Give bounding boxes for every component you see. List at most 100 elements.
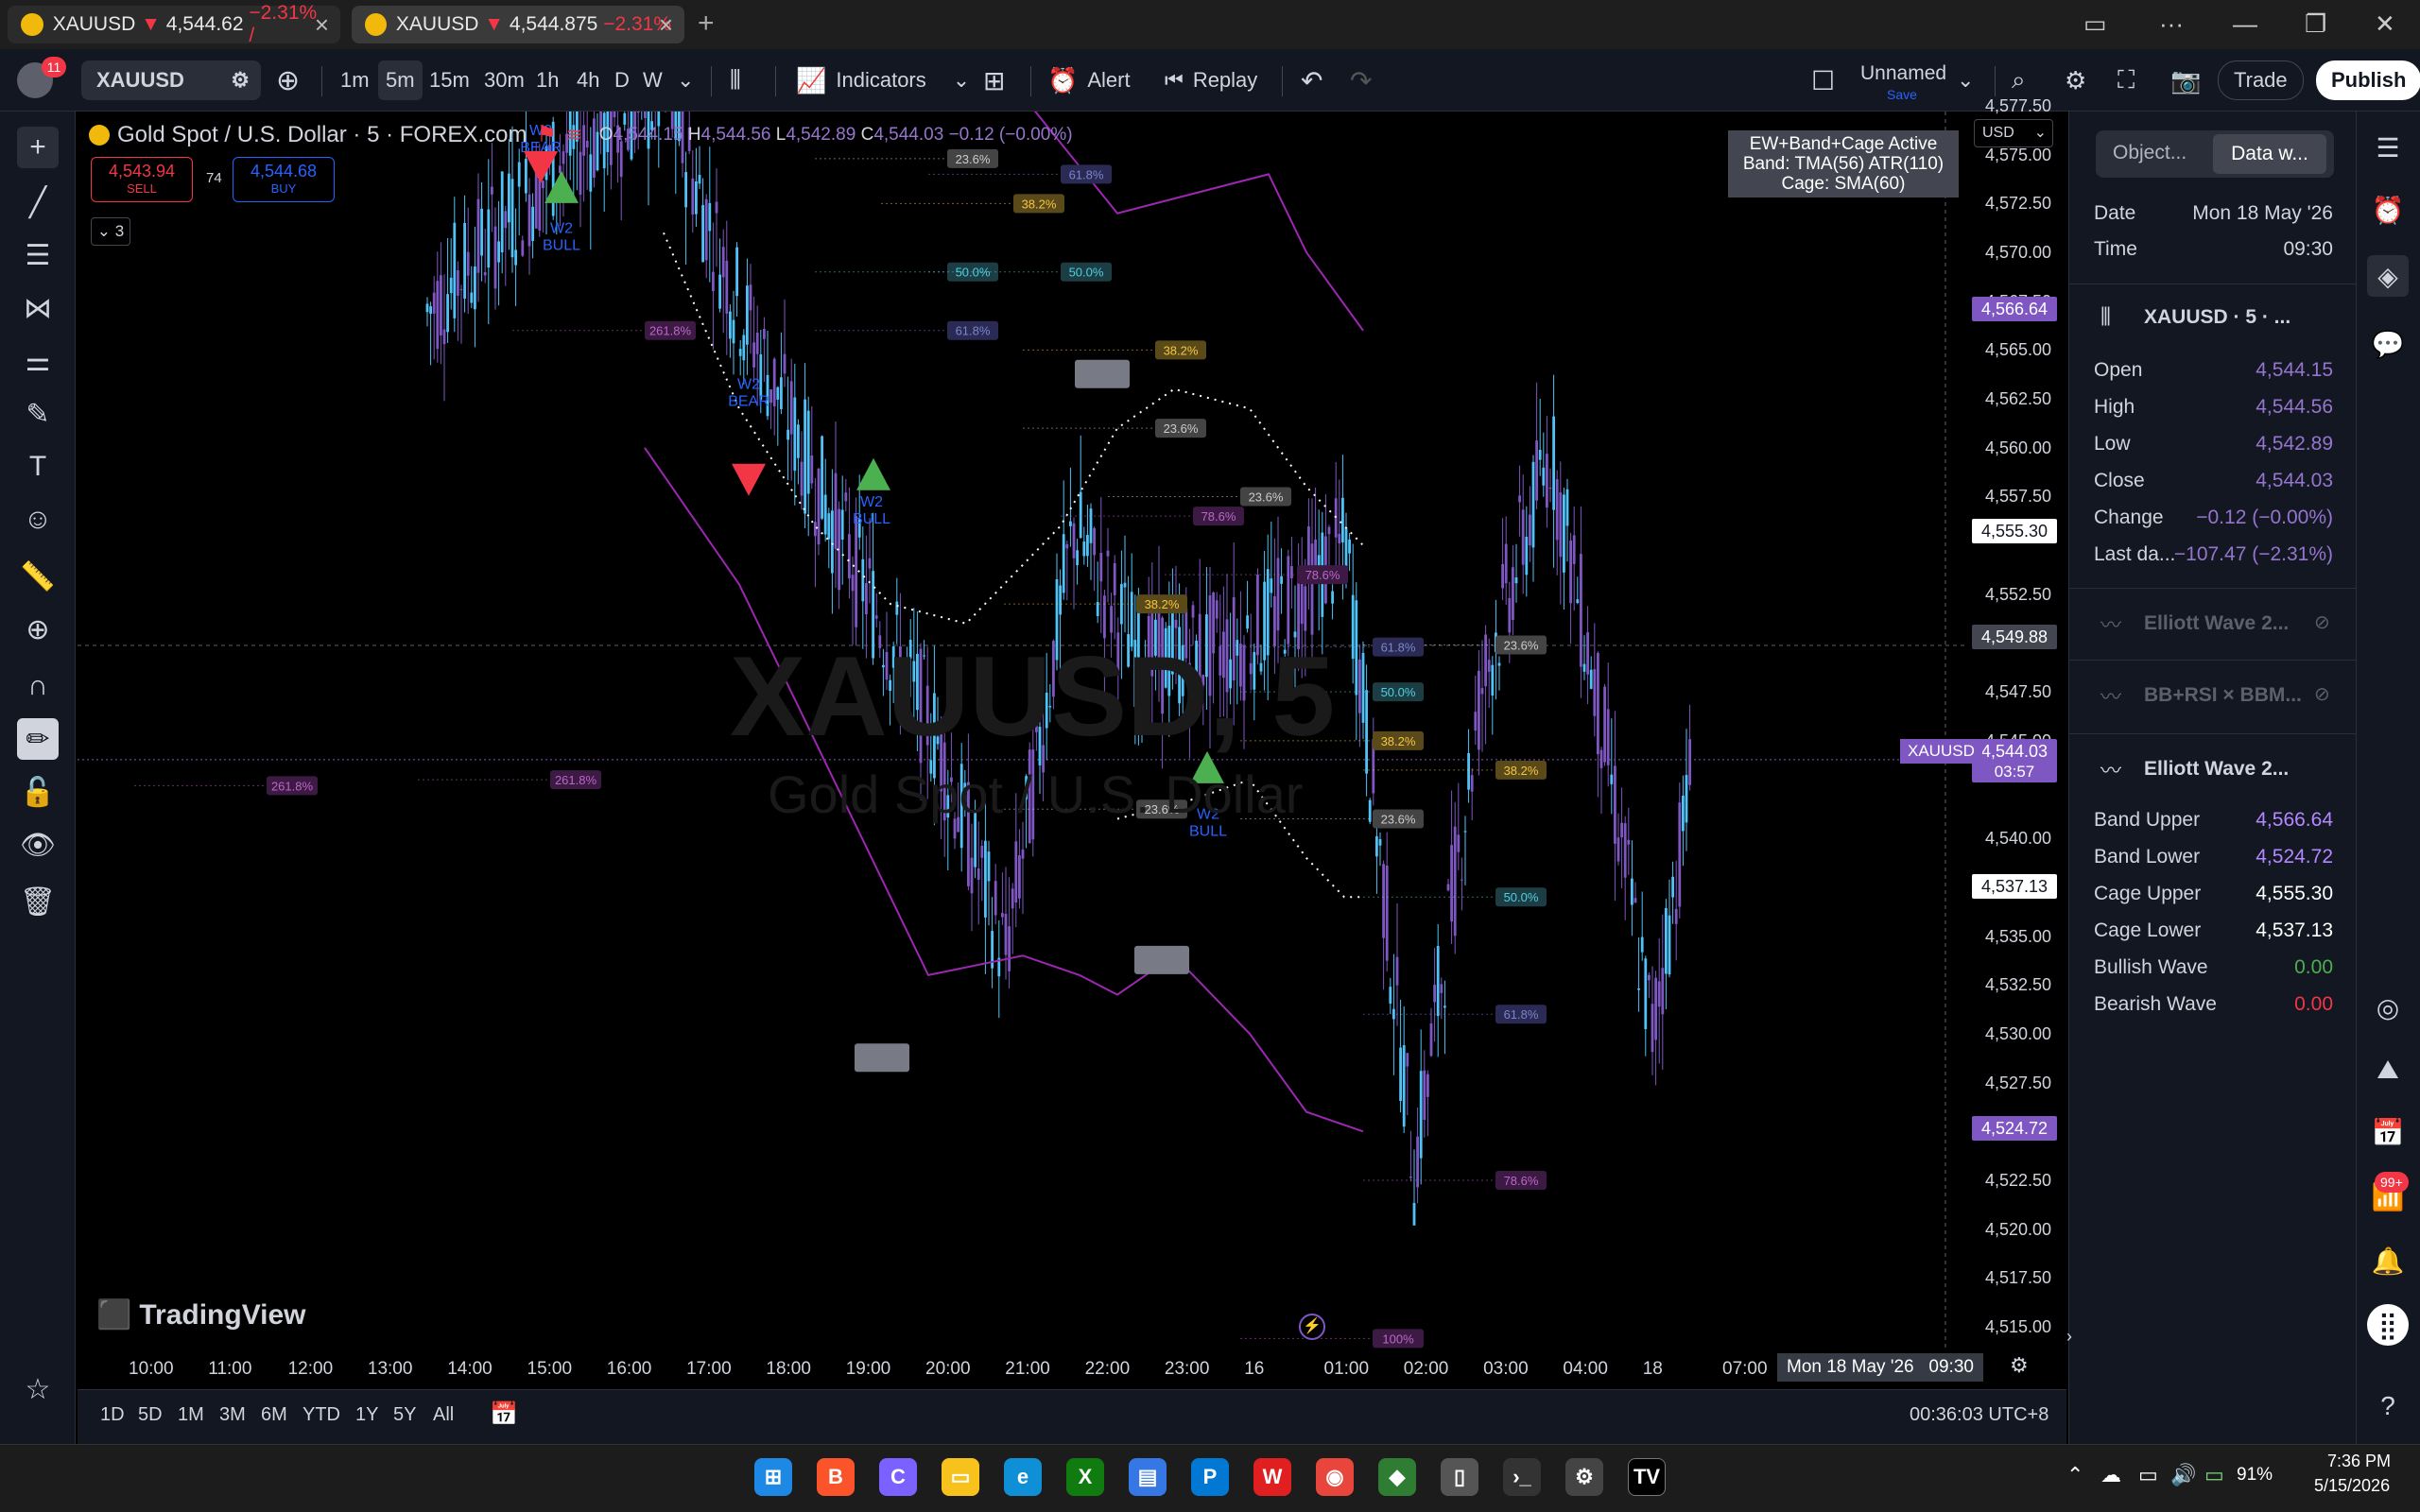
forecast-tool-icon[interactable]: ⚌ (17, 340, 59, 382)
brave-icon[interactable]: B (817, 1458, 855, 1496)
range-ytd[interactable]: YTD (302, 1404, 340, 1426)
redo-icon[interactable]: ↷ (1350, 60, 1372, 100)
zoom-in-icon[interactable]: ⊕ (17, 609, 59, 650)
minimize-icon[interactable]: — (2233, 9, 2257, 39)
layout-checkbox-icon[interactable]: ☐ (1811, 60, 1835, 100)
indicators-collapse-button[interactable]: ⌄ 3 (91, 217, 130, 246)
tradingview-taskbar-icon[interactable]: TV (1628, 1458, 1666, 1496)
terminal-icon[interactable]: ›_ (1503, 1458, 1541, 1496)
lightning-icon[interactable]: ⚡ (1299, 1314, 1325, 1340)
interval-4h[interactable]: 4h (577, 60, 599, 100)
collapse-panel-icon[interactable]: › (2066, 1327, 2072, 1347)
taskbar-date[interactable]: 5/15/2026 (2314, 1476, 2390, 1496)
crosshair-icon[interactable]: + (17, 127, 59, 168)
layout-name[interactable]: Unnamed (1860, 62, 1946, 85)
ruler-icon[interactable]: 📏 (17, 556, 59, 597)
templates-icon[interactable]: ⊞ (983, 60, 1005, 100)
settings-icon[interactable]: ⚙ (2065, 60, 2086, 100)
trade-button[interactable]: Trade (2218, 60, 2304, 100)
apps-grid-icon[interactable]: ⣿ (2367, 1304, 2409, 1346)
brush-icon[interactable]: ✎ (17, 393, 59, 435)
watchlist-icon[interactable]: ☰ (2367, 127, 2409, 168)
tab-object-tree[interactable]: Object... (2113, 142, 2187, 164)
range-6m[interactable]: 6M (261, 1404, 287, 1426)
photos-icon[interactable]: P (1191, 1458, 1229, 1496)
copilot-icon[interactable]: C (879, 1458, 917, 1496)
chart-title[interactable]: Gold Spot / U.S. Dollar · 5 · FOREX.com (117, 122, 527, 148)
replay-button[interactable]: ⏮ Replay (1165, 60, 1257, 100)
fib-tool-icon[interactable]: ☰ (17, 234, 59, 276)
time-axis-settings-icon[interactable]: ⚙ (2010, 1353, 2029, 1378)
close-window-icon[interactable]: ✕ (2375, 9, 2395, 39)
interval-5m[interactable]: 5m (378, 60, 423, 100)
tray-display-icon[interactable]: ▭ (2138, 1463, 2158, 1487)
windows-start-icon[interactable]: ⊞ (754, 1458, 792, 1496)
symbol-search[interactable]: XAUUSD ⚙ (81, 60, 261, 100)
tradingview-logo[interactable]: ⬛ TradingView (96, 1298, 306, 1332)
chart-pane[interactable]: 23.6% 38.2% 50.0% 61.8% 38.2% 23.6% 50.0% 61.8%… (78, 112, 2066, 1444)
buy-button[interactable]: 4,544.68 BUY (233, 157, 335, 202)
lock-icon[interactable]: 🔓 (17, 771, 59, 813)
split-view-icon[interactable]: ▭ (2083, 9, 2107, 39)
utc-clock[interactable]: 00:36:03 UTC+8 (1910, 1404, 2048, 1426)
chat-icon[interactable]: 💬 (2367, 323, 2409, 365)
pdf-icon[interactable]: W (1253, 1458, 1291, 1496)
eye-hidden-icon[interactable]: ⊘ (2314, 682, 2330, 706)
tab-data-window[interactable]: Data w... (2213, 134, 2326, 174)
compare-symbol-button[interactable]: ⊕ (276, 60, 300, 100)
publish-button[interactable]: Publish (2316, 60, 2420, 100)
currency-select[interactable]: USD ⌄ (1974, 119, 2053, 147)
favorites-star-icon[interactable]: ☆ (17, 1368, 59, 1410)
alerts-clock-icon[interactable]: ⏰ (2367, 189, 2409, 231)
trash-icon[interactable]: 🗑 (17, 881, 59, 922)
taskbar-time[interactable]: 7:36 PM (2327, 1452, 2391, 1471)
maximize-icon[interactable]: ❐ (2305, 9, 2326, 39)
range-1d[interactable]: 1D (100, 1404, 125, 1426)
new-tab-button[interactable]: + (698, 8, 715, 40)
tray-volume-icon[interactable]: 🔊 (2170, 1463, 2196, 1487)
eye-icon[interactable]: 👁 (17, 824, 59, 866)
flag-icon[interactable]: ⚑ (536, 121, 557, 148)
interval-1m[interactable]: 1m (340, 60, 370, 100)
chrome-icon[interactable]: ◉ (1316, 1458, 1354, 1496)
layers-icon[interactable]: ◈ (2367, 255, 2409, 297)
help-icon[interactable]: ? (2367, 1385, 2409, 1427)
date-range-icon[interactable]: 📅 (490, 1400, 518, 1428)
symbol-settings-icon[interactable]: ⚙ (231, 68, 250, 93)
more-icon[interactable]: ··· (2159, 9, 2184, 39)
settings-gear-icon[interactable]: ⚙ (1565, 1458, 1603, 1496)
undo-icon[interactable]: ↶ (1301, 60, 1322, 100)
pattern-tool-icon[interactable]: ⋈ (17, 287, 59, 329)
browser-tab-2[interactable]: XAUUSD ▼ 4,544.875 −2.31% × (352, 6, 684, 43)
ideas-icon[interactable]: ⛰ (2367, 1049, 2409, 1091)
fullscreen-icon[interactable]: ⛶ (2118, 60, 2135, 100)
tray-battery-icon[interactable]: ▭ (2204, 1463, 2224, 1487)
interval-30m[interactable]: 30m (484, 60, 525, 100)
magnet-icon[interactable]: ∩ (17, 665, 59, 707)
close-tab-icon[interactable]: × (315, 10, 329, 40)
emoji-icon[interactable]: ☺ (17, 499, 59, 541)
trend-line-icon[interactable]: ╱ (17, 181, 59, 223)
browser-tab-1[interactable]: XAUUSD ▼ 4,544.62 −2.31% / × (8, 2, 340, 46)
eye-hidden-icon[interactable]: ⊘ (2314, 610, 2330, 634)
indicators-button[interactable]: 📈 Indicators ⌄ (796, 60, 970, 100)
range-1y[interactable]: 1Y (355, 1404, 378, 1426)
range-5d[interactable]: 5D (138, 1404, 163, 1426)
tray-network-icon[interactable]: ☁ (2100, 1463, 2121, 1487)
interval-w[interactable]: W (643, 60, 663, 100)
range-5y[interactable]: 5Y (393, 1404, 416, 1426)
calendar-icon[interactable]: 📅 (2367, 1111, 2409, 1153)
interval-1h[interactable]: 1h (536, 60, 559, 100)
file-explorer-icon[interactable]: ▭ (942, 1458, 979, 1496)
text-tool-icon[interactable]: T (17, 446, 59, 488)
target-icon[interactable]: ◎ (2367, 987, 2409, 1028)
interval-15m[interactable]: 15m (429, 60, 470, 100)
layout-dropdown-icon[interactable]: ⌄ (1957, 60, 1974, 100)
quick-search-icon[interactable]: ⌕ (2012, 60, 2026, 100)
bell-icon[interactable]: 🔔 (2367, 1240, 2409, 1281)
interval-dropdown-icon[interactable]: ⌄ (677, 60, 694, 100)
notepad-icon[interactable]: ▯ (1441, 1458, 1478, 1496)
tray-chevron-icon[interactable]: ⌃ (2066, 1463, 2083, 1487)
sell-button[interactable]: 4,543.94 SELL (91, 157, 193, 202)
xbox-icon[interactable]: X (1066, 1458, 1104, 1496)
